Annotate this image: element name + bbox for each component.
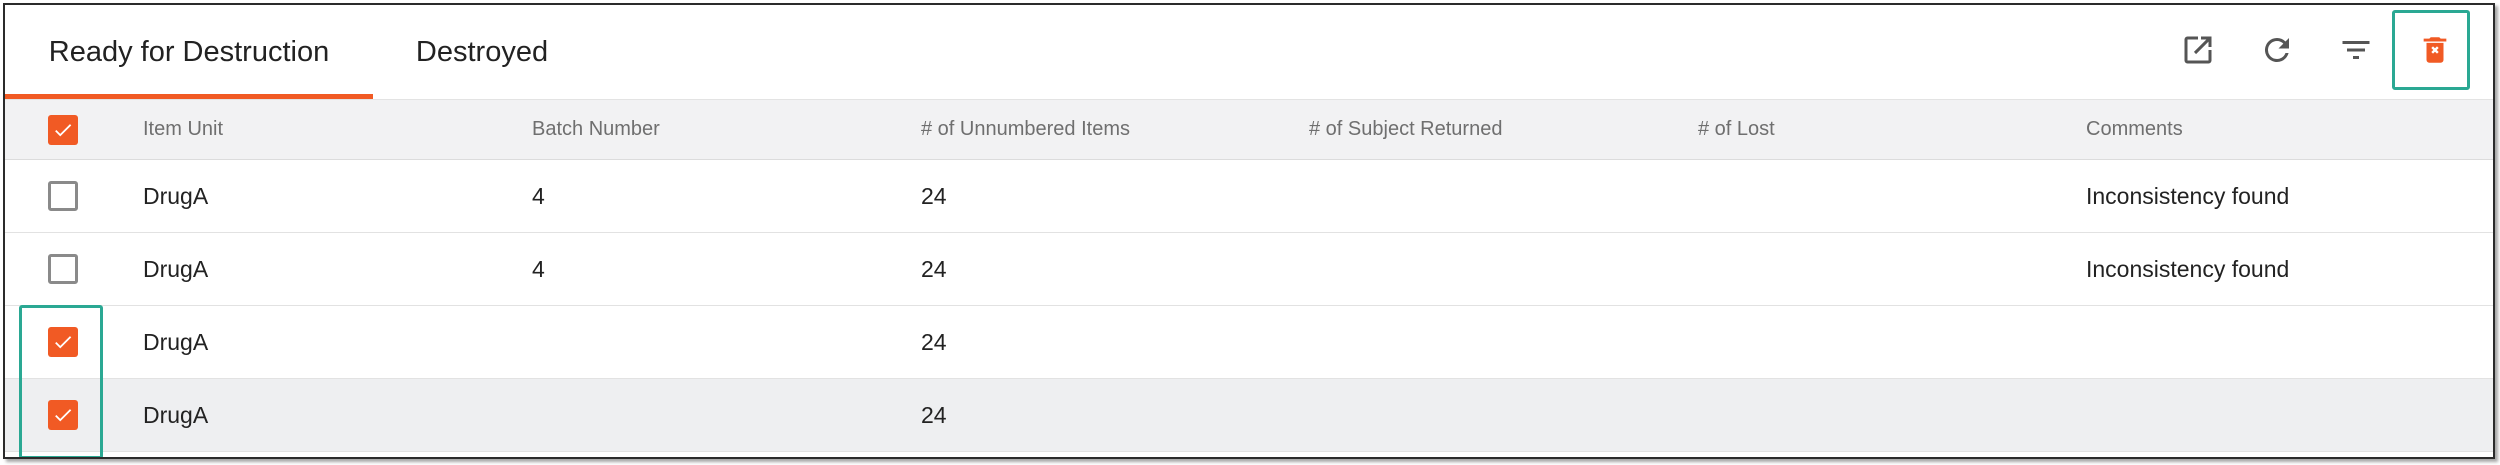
delete-icon	[2423, 37, 2447, 63]
cell-comments: Inconsistency found	[2086, 255, 2290, 282]
refresh-icon	[2264, 37, 2289, 62]
cell-unnumbered-items: 24	[921, 182, 947, 209]
check-icon	[55, 123, 72, 136]
cell-unnumbered-items: 24	[921, 255, 947, 282]
tab-bar: Ready for Destruction Destroyed	[5, 5, 2493, 99]
cell-item-unit: DrugA	[143, 328, 209, 355]
cell-unnumbered-items: 24	[921, 328, 947, 355]
row-checkbox[interactable]	[48, 181, 78, 211]
cell-item-unit: DrugA	[143, 401, 209, 428]
select-all-checkbox[interactable]	[48, 114, 78, 145]
table-panel: Ready for Destruction Destroyed Item Uni…	[3, 3, 2495, 459]
destruction-table: Item Unit Batch Number # of Unnumbered I…	[5, 99, 2493, 452]
delete-button[interactable]	[2410, 25, 2460, 75]
filter-button[interactable]	[2331, 25, 2381, 75]
column-header-unnumbered-items[interactable]: # of Unnumbered Items	[921, 100, 1130, 159]
column-header-lost[interactable]: # of Lost	[1698, 100, 1775, 159]
cell-item-unit: DrugA	[143, 182, 209, 209]
cell-unnumbered-items: 24	[921, 401, 947, 428]
table-row[interactable]: DrugA 4 24 Inconsistency found	[5, 160, 2493, 233]
row-checkbox[interactable]	[48, 254, 78, 284]
tab-destroyed[interactable]: Destroyed	[373, 5, 591, 99]
table-row[interactable]: DrugA 4 24 Inconsistency found	[5, 233, 2493, 306]
cell-comments: Inconsistency found	[2086, 182, 2290, 209]
column-header-subject-returned[interactable]: # of Subject Returned	[1309, 100, 1502, 159]
row-checkbox[interactable]	[48, 400, 78, 430]
column-header-comments[interactable]: Comments	[2086, 100, 2183, 159]
table-header: Item Unit Batch Number # of Unnumbered I…	[5, 99, 2493, 160]
check-icon	[55, 336, 72, 349]
cell-batch-number: 4	[532, 182, 545, 209]
table-row[interactable]: DrugA 24	[5, 379, 2493, 452]
refresh-button[interactable]	[2252, 25, 2302, 75]
column-header-batch-number[interactable]: Batch Number	[532, 100, 660, 159]
export-icon	[2184, 36, 2212, 64]
table-row[interactable]: DrugA 24	[5, 306, 2493, 379]
row-checkbox[interactable]	[48, 327, 78, 357]
check-icon	[55, 409, 72, 422]
filter-icon	[2342, 41, 2370, 59]
export-button[interactable]	[2173, 25, 2223, 75]
cell-batch-number: 4	[532, 255, 545, 282]
tab-ready-for-destruction[interactable]: Ready for Destruction	[5, 5, 373, 99]
cell-item-unit: DrugA	[143, 255, 209, 282]
column-header-item-unit[interactable]: Item Unit	[143, 100, 223, 159]
